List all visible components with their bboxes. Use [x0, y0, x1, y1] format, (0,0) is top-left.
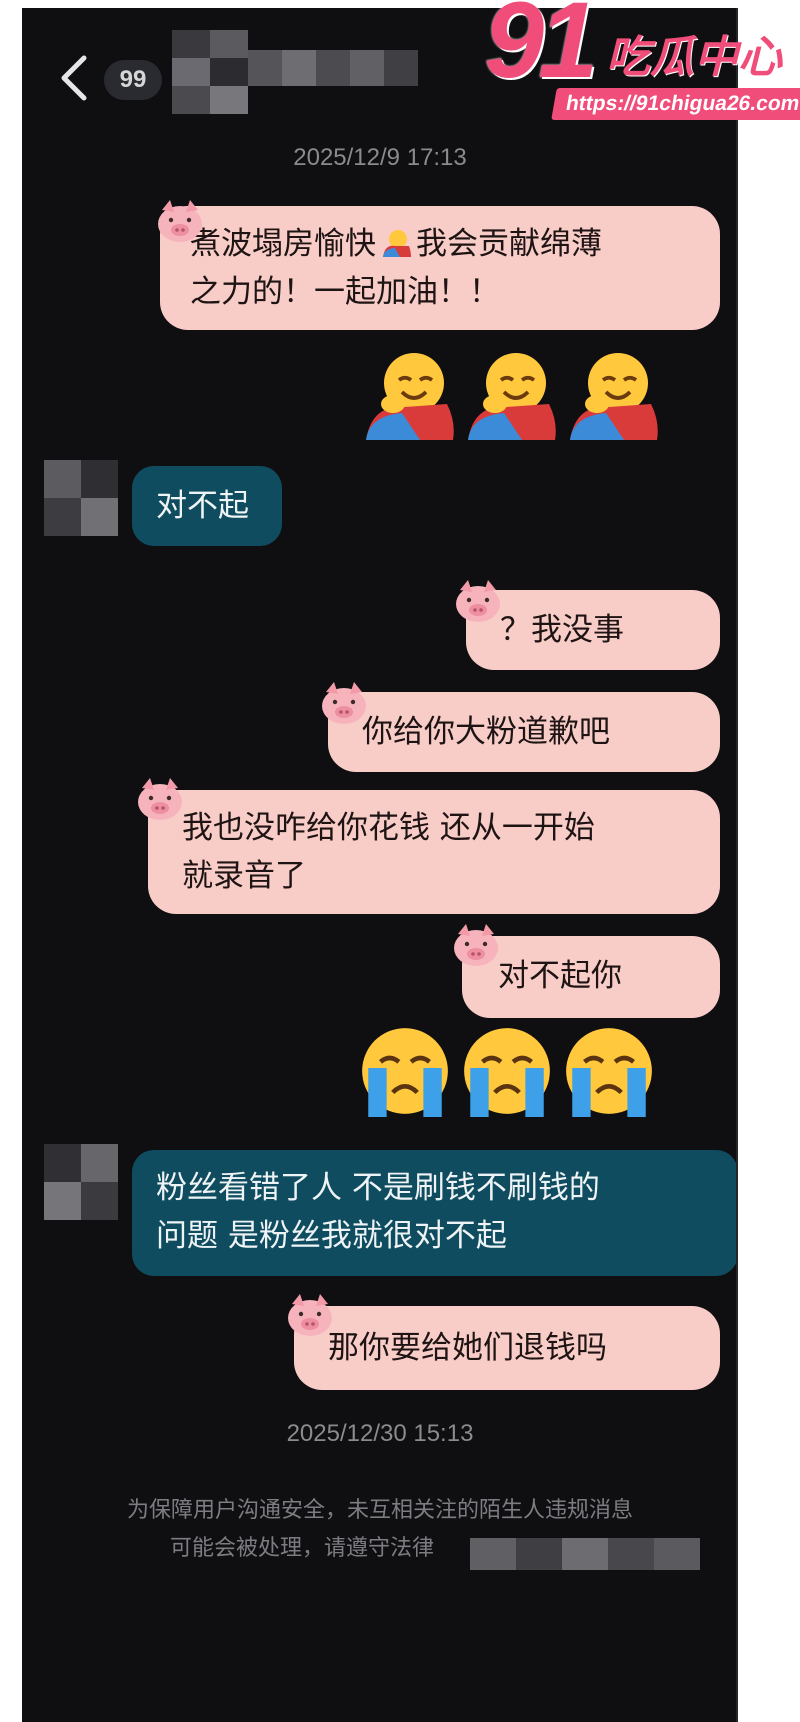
contact-name-blurred [248, 50, 418, 86]
pig-sticker-icon [288, 1294, 332, 1336]
pig-sticker-icon [454, 924, 498, 966]
message-text: 就录音了 [182, 858, 306, 894]
hugging-face-icon [570, 353, 658, 440]
message-bubble-sent[interactable]: 你给你大粉道歉吧 [328, 692, 720, 772]
timestamp: 2025/12/30 15:13 [286, 1420, 474, 1447]
message-text: 煮波塌房愉快 [190, 226, 376, 262]
message-bubble-sent[interactable]: 煮波塌房愉快 我会贡献绵薄 之力的！一起加油！！ [160, 206, 720, 330]
unread-count-badge[interactable]: 99 [104, 60, 162, 100]
notice-redaction [470, 1538, 700, 1570]
chat-screen: 99 2025/12/9 17:13 煮波塌房愉快 我会贡献绵薄 之力的！一起加油… [22, 8, 738, 1722]
hugging-face-icon [383, 230, 411, 257]
message-text: 我也没咋给你花钱 还从一开始 [182, 810, 595, 846]
hugging-face-icon [468, 353, 556, 440]
message-text: 我会贡献绵薄 [416, 226, 602, 262]
pig-sticker-icon [322, 682, 366, 724]
message-bubble-received[interactable]: 对不起 [132, 466, 282, 546]
pig-sticker-icon [456, 580, 500, 622]
watermark-logo: 91 吃瓜中心 https://91chigua26.com [484, 0, 800, 130]
message-text: 之力的！一起加油！！ [190, 274, 500, 310]
watermark-brand: 吃瓜中心 [606, 32, 782, 83]
watermark-number: 91 [484, 0, 598, 100]
pig-sticker-icon [138, 778, 182, 820]
back-arrow-icon[interactable] [56, 48, 96, 108]
watermark-url: https://91chigua26.com [551, 88, 800, 120]
timestamp: 2025/12/9 17:13 [293, 144, 467, 171]
notice-text: 可能会被处理，请遵守法律 [170, 1536, 435, 1561]
contact-avatar-blurred[interactable] [44, 1144, 118, 1220]
message-bubble-sent[interactable]: ？我没事 [466, 590, 720, 670]
loudly-crying-face-icon [566, 1028, 652, 1117]
hugging-face-icon [366, 353, 454, 440]
message-bubble-sent[interactable]: 那你要给她们退钱吗 [294, 1306, 720, 1390]
pig-sticker-icon [158, 200, 202, 242]
message-text: 粉丝看错了人 不是刷钱不刷钱的 [156, 1170, 600, 1206]
message-text: 问题 是粉丝我就很对不起 [156, 1218, 507, 1254]
contact-avatar-blurred[interactable] [172, 30, 248, 114]
loudly-crying-face-icon [464, 1028, 550, 1117]
notice-line: 为保障用户沟通安全，未互相关注的陌生人违规消息 [126, 1498, 633, 1523]
contact-avatar-blurred[interactable] [44, 460, 118, 536]
loudly-crying-face-icon [362, 1028, 448, 1117]
message-bubble-received[interactable]: 粉丝看错了人 不是刷钱不刷钱的 问题 是粉丝我就很对不起 [132, 1150, 738, 1276]
message-bubble-sent[interactable]: 我也没咋给你花钱 还从一开始 就录音了 [148, 790, 720, 914]
